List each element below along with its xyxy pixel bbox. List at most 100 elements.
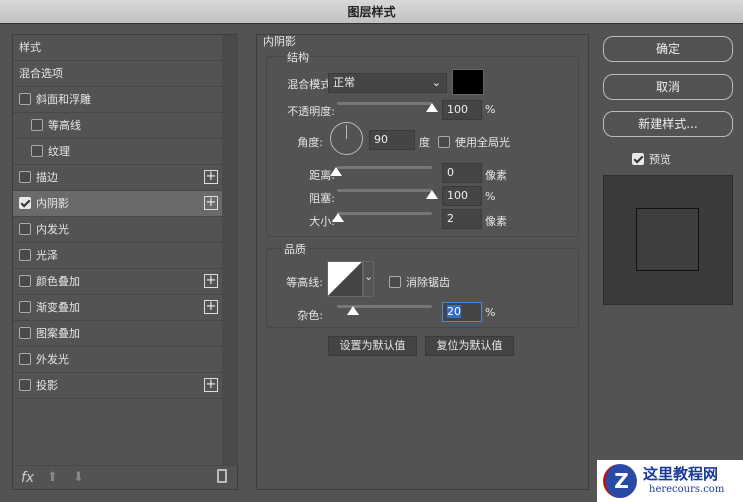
add-effect-icon[interactable]: + <box>204 274 218 288</box>
style-checkbox[interactable] <box>19 93 31 105</box>
styles-list: 样式 混合选项斜面和浮雕等高线 纹理 描边 + 内阴影 + 内发光光泽颜色叠加 + 渐变叠加 + 图案… <box>12 34 238 490</box>
opacity-label: 不透明度: <box>287 105 335 118</box>
preview-swatch <box>636 208 699 271</box>
watermark-url: herecours.com <box>649 484 725 495</box>
style-item-label: 渐变叠加 <box>36 301 80 314</box>
choke-slider-thumb[interactable] <box>426 190 438 199</box>
blend-mode-label: 混合模式: <box>287 78 335 91</box>
style-checkbox[interactable] <box>31 145 43 157</box>
style-checkbox[interactable] <box>19 223 31 235</box>
size-label: 大小: <box>309 215 335 228</box>
style-checkbox[interactable] <box>19 249 31 261</box>
style-item-label: 内发光 <box>36 223 69 236</box>
percent-unit: % <box>485 103 496 116</box>
size-slider-thumb[interactable] <box>332 213 344 222</box>
structure-label: 结构 <box>285 49 311 65</box>
blend-mode-select[interactable]: 正常 ⌄ <box>328 73 447 93</box>
style-item[interactable]: 内发光 <box>13 217 222 243</box>
style-checkbox[interactable] <box>19 301 31 313</box>
opacity-input[interactable]: 100 <box>442 100 482 120</box>
style-checkbox[interactable] <box>19 197 31 209</box>
pixel-unit: 像素 <box>485 169 507 182</box>
quality-label: 品质 <box>282 241 308 257</box>
watermark-logo-icon: Z <box>603 464 637 498</box>
style-item[interactable]: 描边 + <box>13 165 222 191</box>
reset-default-button[interactable]: 复位为默认值 <box>425 336 514 356</box>
distance-slider-thumb[interactable] <box>330 167 342 176</box>
degree-unit: 度 <box>419 136 430 149</box>
style-item[interactable]: 渐变叠加 + <box>13 295 222 321</box>
cancel-button[interactable]: 取消 <box>603 74 733 100</box>
add-effect-icon[interactable]: + <box>204 378 218 392</box>
global-light-checkbox[interactable]: 使用全局光 <box>438 134 510 150</box>
style-item[interactable]: 外发光 <box>13 347 222 373</box>
noise-label: 杂色: <box>297 309 323 322</box>
fx-button[interactable]: fx <box>21 470 34 486</box>
size-input[interactable]: 2 <box>442 209 482 229</box>
style-item-label: 外发光 <box>36 353 69 366</box>
choke-label: 阻塞: <box>309 192 335 205</box>
distance-input[interactable]: 0 <box>442 163 482 183</box>
style-preview <box>603 175 733 305</box>
global-light-label: 使用全局光 <box>455 136 510 149</box>
pixel-unit: 像素 <box>485 215 507 228</box>
style-item-label: 颜色叠加 <box>36 275 80 288</box>
add-effect-icon[interactable]: + <box>204 196 218 210</box>
distance-slider[interactable] <box>337 166 432 169</box>
style-item[interactable]: 投影 + <box>13 373 222 399</box>
percent-unit: % <box>485 190 496 203</box>
style-checkbox[interactable] <box>19 327 31 339</box>
style-checkbox[interactable] <box>19 379 31 391</box>
style-item[interactable]: 混合选项 <box>13 61 222 87</box>
shadow-color-swatch[interactable] <box>452 69 484 95</box>
move-down-icon[interactable]: ⬇ <box>73 470 84 485</box>
contour-picker[interactable] <box>327 261 363 297</box>
section-title: 内阴影 <box>263 35 296 48</box>
antialias-checkbox[interactable]: 消除锯齿 <box>389 274 450 290</box>
style-checkbox[interactable] <box>19 275 31 287</box>
move-up-icon[interactable]: ⬆ <box>47 470 58 485</box>
list-footer: fx ⬆ ⬇ <box>13 465 237 490</box>
new-style-button[interactable]: 新建样式... <box>603 111 733 137</box>
style-checkbox[interactable] <box>19 171 31 183</box>
watermark: Z 这里教程网 herecours.com <box>597 460 743 502</box>
style-item[interactable]: 光泽 <box>13 243 222 269</box>
scrollbar[interactable] <box>222 35 238 465</box>
style-item-label: 光泽 <box>36 249 58 262</box>
style-item[interactable]: 斜面和浮雕 <box>13 87 222 113</box>
choke-slider[interactable] <box>337 189 432 192</box>
noise-value: 20 <box>447 305 461 318</box>
style-item[interactable]: 等高线 <box>13 113 222 139</box>
angle-dial[interactable] <box>330 122 363 155</box>
inner-shadow-panel: 内阴影 结构 混合模式: 正常 ⌄ 不透明度: 100 % 角度: 90 度 使用… <box>256 34 589 490</box>
opacity-slider[interactable] <box>337 102 432 105</box>
distance-label: 距离: <box>309 169 335 182</box>
style-item[interactable]: 图案叠加 <box>13 321 222 347</box>
ok-button[interactable]: 确定 <box>603 36 733 62</box>
style-checkbox[interactable] <box>19 353 31 365</box>
size-slider[interactable] <box>337 212 432 215</box>
angle-input[interactable]: 90 <box>369 130 415 150</box>
chevron-down-icon: ⌄ <box>431 76 441 89</box>
contour-label: 等高线: <box>286 276 323 289</box>
style-item-label: 斜面和浮雕 <box>36 93 91 106</box>
add-effect-icon[interactable]: + <box>204 170 218 184</box>
trash-icon[interactable] <box>217 469 227 483</box>
preview-label: 预览 <box>649 153 671 166</box>
style-item-label: 投影 <box>36 379 58 392</box>
contour-dropdown-chevron-icon[interactable]: ⌄ <box>363 261 374 297</box>
noise-input[interactable]: 20 <box>442 302 482 322</box>
style-item[interactable]: 内阴影 + <box>13 191 222 217</box>
style-checkbox[interactable] <box>31 119 43 131</box>
add-effect-icon[interactable]: + <box>204 300 218 314</box>
angle-label: 角度: <box>297 136 323 149</box>
set-default-button[interactable]: 设置为默认值 <box>328 336 417 356</box>
style-item[interactable]: 样式 <box>13 35 222 61</box>
style-item[interactable]: 纹理 <box>13 139 222 165</box>
opacity-slider-thumb[interactable] <box>426 103 438 112</box>
choke-input[interactable]: 100 <box>442 186 482 206</box>
noise-slider-thumb[interactable] <box>347 306 359 315</box>
style-item[interactable]: 颜色叠加 + <box>13 269 222 295</box>
preview-checkbox[interactable]: 预览 <box>632 151 671 167</box>
dialog-title: 图层样式 <box>0 0 743 24</box>
